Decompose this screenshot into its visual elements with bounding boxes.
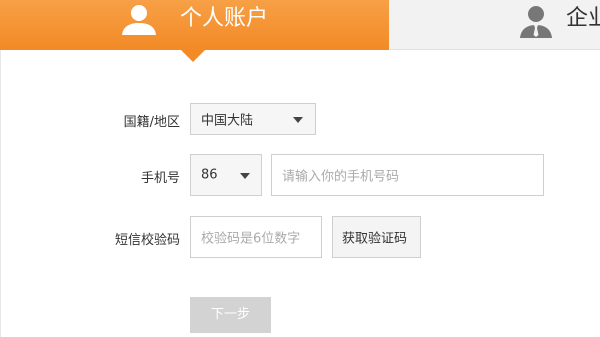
country-code-select[interactable]: 86 (190, 154, 262, 196)
get-code-button-label: 获取验证码 (342, 231, 408, 247)
tab-personal-label: 个人账户 (180, 6, 269, 31)
phone-input-placeholder: 请输入你的手机号码 (282, 169, 400, 185)
panel-border (0, 50, 1, 337)
sms-code-input-placeholder: 校验码是6位数字 (201, 231, 301, 247)
phone-label: 手机号 (140, 171, 180, 186)
country-code-value: 86 (201, 167, 218, 183)
business-user-icon (520, 6, 552, 38)
chevron-down-icon (240, 173, 250, 179)
region-label: 国籍/地区 (123, 115, 180, 130)
active-tab-pointer (181, 50, 205, 62)
phone-input[interactable]: 请输入你的手机号码 (271, 154, 544, 196)
tab-personal-account[interactable]: 个人账户 (0, 0, 389, 62)
region-select[interactable]: 中国大陆 (190, 103, 316, 135)
tab-enterprise-label: 企业 (566, 6, 600, 31)
get-code-button[interactable]: 获取验证码 (332, 216, 421, 258)
tab-enterprise-account[interactable]: 企业 (389, 0, 600, 50)
sms-code-input[interactable]: 校验码是6位数字 (190, 216, 322, 258)
user-icon (122, 5, 156, 35)
chevron-down-icon (293, 117, 303, 123)
sms-code-label: 短信校验码 (114, 233, 180, 248)
next-step-button[interactable]: 下一步 (190, 297, 271, 333)
region-select-value: 中国大陆 (201, 113, 254, 129)
